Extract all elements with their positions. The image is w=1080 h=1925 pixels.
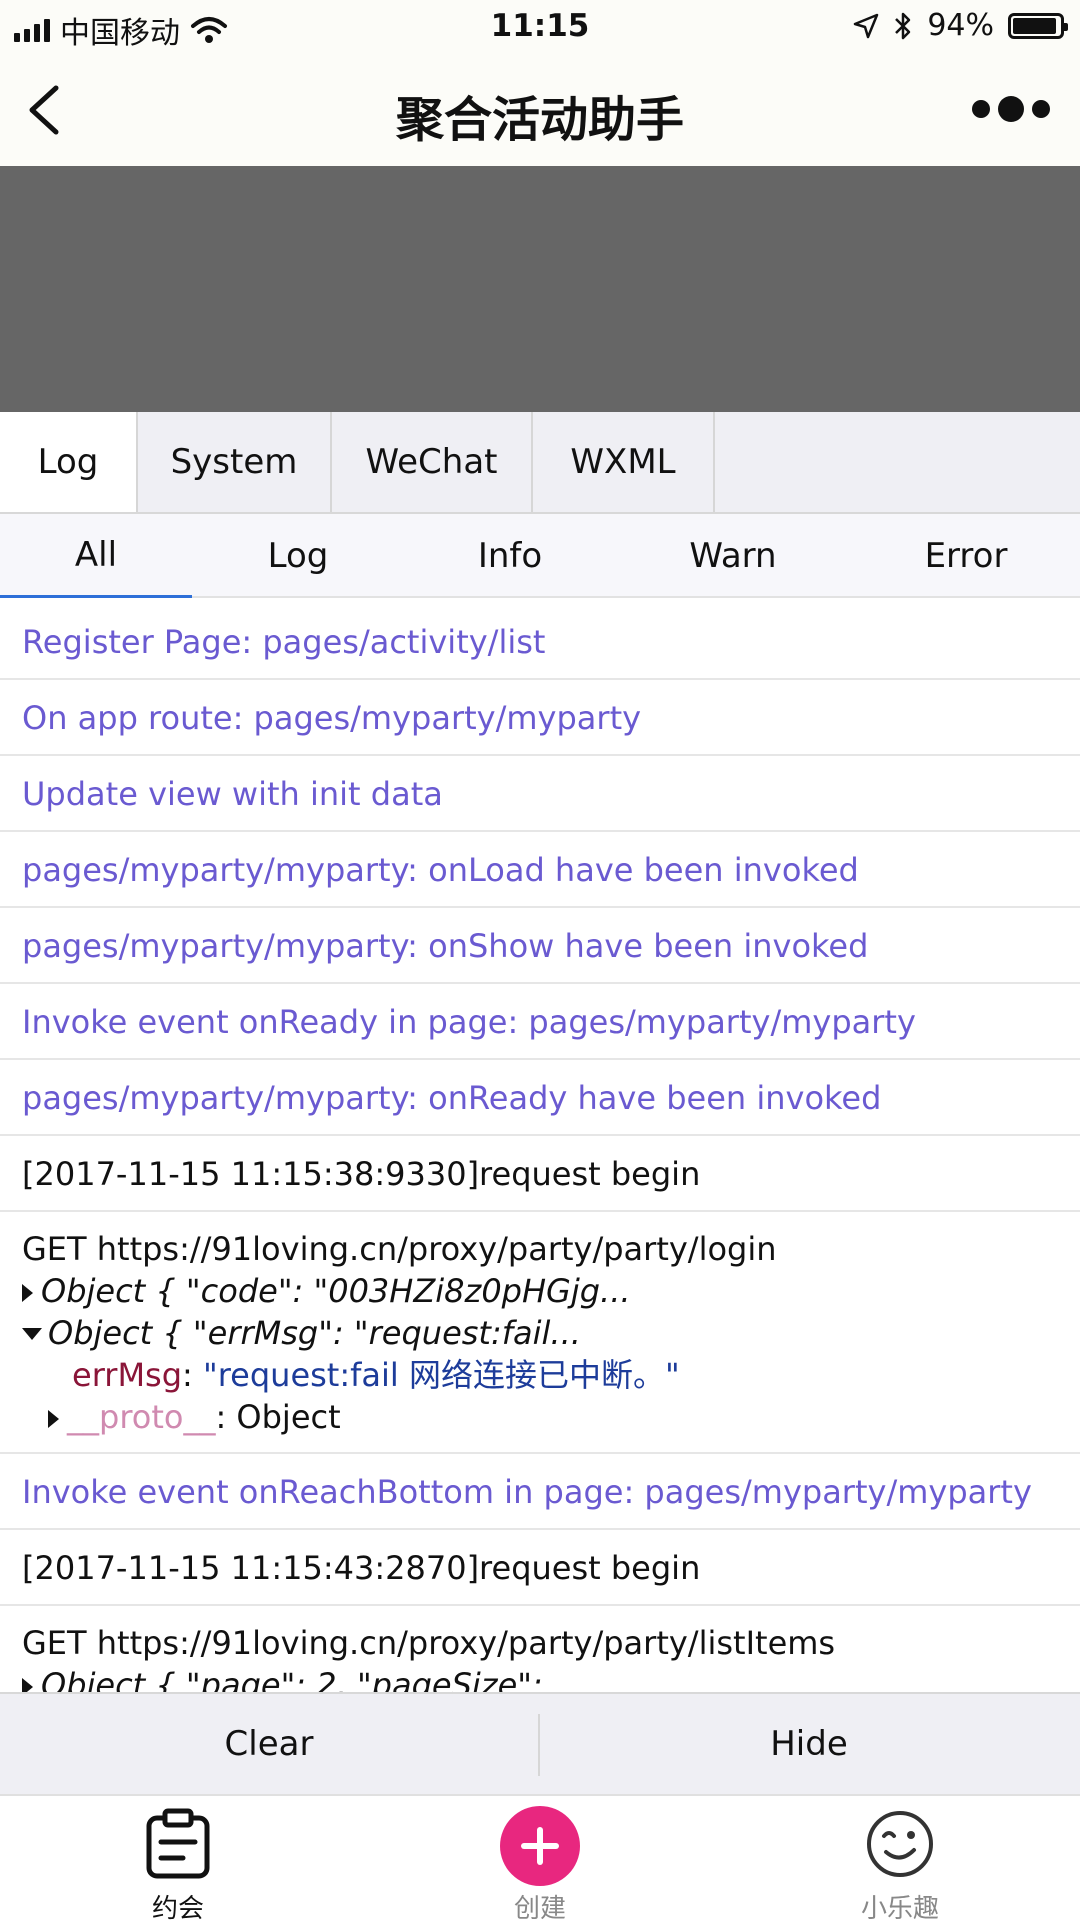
log-list[interactable]: Register Page: pages/activity/list On ap… — [0, 604, 1080, 1692]
page-title: 聚合活动助手 — [395, 92, 684, 148]
log-entry: On app route: pages/myparty/myparty — [0, 680, 1080, 756]
object-row[interactable]: Object { "errMsg": "request:fail... — [22, 1312, 1058, 1354]
log-entry: pages/myparty/myparty: onLoad have been … — [0, 832, 1080, 908]
log-entry-request: GET https://91loving.cn/proxy/party/part… — [0, 1606, 1080, 1692]
log-entry: pages/myparty/myparty: onShow have been … — [0, 908, 1080, 984]
object-preview: Object { "code": "003HZi8z0pHGjg... — [41, 1272, 631, 1310]
battery-percent: 94% — [927, 8, 994, 43]
request-line: GET https://91loving.cn/proxy/party/part… — [22, 1624, 836, 1662]
log-entry: Register Page: pages/activity/list — [0, 604, 1080, 680]
tab-fun[interactable]: 小乐趣 — [800, 1796, 1000, 1924]
tab-wechat[interactable]: WeChat — [332, 412, 533, 512]
tab-create[interactable]: 创建 — [440, 1796, 640, 1924]
filter-log[interactable]: Log — [208, 514, 388, 598]
create-button[interactable] — [500, 1806, 580, 1886]
battery-icon — [1008, 12, 1068, 39]
content-placeholder — [0, 166, 1080, 412]
log-entry: Invoke event onReachBottom in page: page… — [0, 1454, 1080, 1530]
log-entry: [2017-11-15 11:15:43:2870]request begin — [0, 1530, 1080, 1606]
tab-dating[interactable]: 约会 — [78, 1796, 278, 1924]
bottom-tab-bar: 约会 创建 小乐趣 — [0, 1794, 1080, 1924]
tab-label: 创建 — [513, 1894, 566, 1924]
object-row[interactable]: Object { "page": 2, "pageSize": — [22, 1664, 1058, 1692]
log-entry: Invoke event onReady in page: pages/mypa… — [0, 984, 1080, 1060]
request-line: GET https://91loving.cn/proxy/party/part… — [22, 1230, 777, 1268]
plus-icon — [521, 1827, 559, 1865]
filter-warn[interactable]: Warn — [643, 514, 823, 598]
tab-system[interactable]: System — [138, 412, 332, 512]
clipboard-icon — [146, 1808, 210, 1879]
log-entry-request: GET https://91loving.cn/proxy/party/part… — [0, 1212, 1080, 1454]
object-property: errMsg: "request:fail 网络连接已中断。" — [72, 1356, 680, 1394]
object-row[interactable]: Object { "code": "003HZi8z0pHGjg... — [22, 1270, 1058, 1312]
location-arrow-icon — [854, 13, 879, 38]
property-value: "request:fail 网络连接已中断。" — [202, 1356, 680, 1394]
tab-label: 约会 — [151, 1894, 204, 1924]
expand-arrow-icon[interactable] — [22, 1678, 33, 1692]
filter-info[interactable]: Info — [420, 514, 600, 598]
wink-face-icon — [867, 1811, 933, 1877]
status-bar: 中国移动 11:15 94% — [0, 0, 1080, 56]
collapse-arrow-icon[interactable] — [22, 1328, 42, 1340]
filter-all[interactable]: All — [0, 514, 192, 598]
clear-button[interactable]: Clear — [0, 1694, 538, 1794]
log-entry: Update view with init data — [0, 756, 1080, 832]
more-menu-icon[interactable] — [972, 96, 1050, 122]
bluetooth-icon — [895, 12, 911, 39]
property-key: errMsg — [72, 1356, 183, 1394]
tab-log[interactable]: Log — [0, 412, 138, 512]
proto-key: __proto__ — [67, 1398, 216, 1436]
status-right: 94% — [853, 8, 1068, 43]
console-tabs: Log System WeChat WXML — [0, 412, 1080, 514]
tab-label: 小乐趣 — [860, 1894, 939, 1924]
hide-button[interactable]: Hide — [540, 1694, 1078, 1794]
log-filter-tabs: All Log Info Warn Error — [0, 514, 1080, 598]
proto-value: : Object — [215, 1398, 341, 1436]
tab-wxml[interactable]: WXML — [533, 412, 715, 512]
log-entry: [2017-11-15 11:15:38:9330]request begin — [0, 1136, 1080, 1212]
object-preview: Object { "page": 2, "pageSize": — [41, 1666, 543, 1692]
console-actions: Clear Hide — [0, 1692, 1080, 1794]
expand-arrow-icon[interactable] — [22, 1284, 33, 1302]
object-property[interactable]: __proto__: Object — [22, 1396, 1058, 1438]
filter-error[interactable]: Error — [876, 514, 1056, 598]
navigation-bar: 聚合活动助手 — [0, 56, 1080, 166]
object-preview: Object { "errMsg": "request:fail... — [48, 1314, 581, 1352]
expand-arrow-icon[interactable] — [48, 1410, 59, 1428]
log-entry: pages/myparty/myparty: onReady have been… — [0, 1060, 1080, 1136]
